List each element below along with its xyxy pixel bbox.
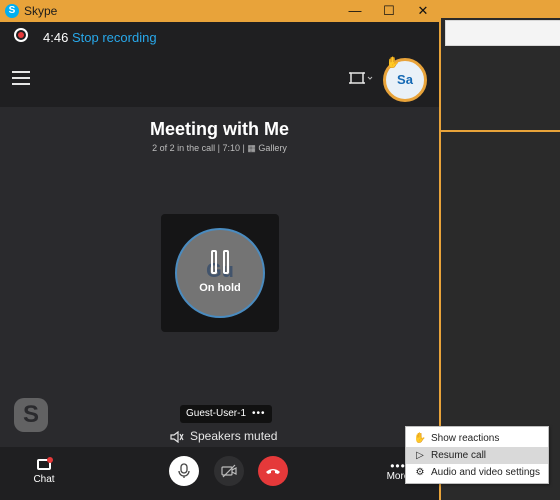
maximize-button[interactable]: ☐ [375,2,403,20]
chat-button[interactable]: Chat [26,457,62,485]
gear-icon: ⚙ [415,467,425,478]
recording-time: 4:46 [43,30,69,45]
speakers-muted-text: Speakers muted [190,429,278,443]
chat-icon [37,457,53,470]
background-panel [445,20,560,46]
play-icon: ▷ [416,450,424,461]
raised-hand-icon: ✋ [386,57,400,69]
menu-item-label: Audio and video settings [431,467,540,478]
recording-bar: 4:46 Stop recording [0,22,439,52]
menu-item-label: Resume call [431,450,487,461]
speakers-muted-status: Speakers muted [170,429,277,443]
participant-avatar: Gu On hold [175,228,265,318]
recording-icon [14,28,28,42]
meeting-subtitle: 2 of 2 in the call | 7:10 | ▦ Gallery [0,143,439,154]
background-window [441,0,560,500]
video-off-icon [221,464,237,478]
more-options-menu: ✋ Show reactions ▷ Resume call ⚙ Audio a… [405,426,549,484]
minimize-button[interactable]: — [341,2,369,20]
hand-wave-icon: ✋ [413,433,427,444]
close-button[interactable]: ✕ [409,2,437,20]
microphone-button[interactable] [169,456,199,486]
speaker-muted-icon [170,430,184,443]
menu-item-audio-video-settings[interactable]: ⚙ Audio and video settings [406,464,548,481]
on-hold-label: On hold [199,282,241,294]
participant-name-label[interactable]: Guest-User-1 ••• [180,405,272,423]
skype-logo-icon: S [5,4,19,18]
meeting-title: Meeting with Me [150,119,289,139]
stop-recording-link[interactable]: Stop recording [72,30,157,45]
menu-item-label: Show reactions [431,433,500,444]
background-divider [441,130,560,132]
titlebar: S Skype — ☐ ✕ [0,0,439,22]
layout-switch-icon[interactable] [349,70,373,86]
chat-label: Chat [33,474,55,485]
video-toggle-button[interactable] [214,456,244,486]
participant-name: Guest-User-1 [186,408,247,419]
call-stage: Meeting with Me 2 of 2 in the call | 7:1… [0,107,439,447]
background-titlebar [441,0,560,18]
skype-watermark-icon: S [14,398,48,432]
menu-item-resume-call[interactable]: ▷ Resume call [406,447,548,464]
hamburger-menu-icon[interactable] [12,71,30,85]
end-call-button[interactable] [258,456,288,486]
skype-window: S Skype — ☐ ✕ 4:46 Stop recording Sa ✋ M… [0,0,441,500]
hang-up-icon [266,468,280,474]
call-info: 2 of 2 in the call | 7:10 | [152,143,248,153]
window-title: Skype [24,4,58,18]
call-controls-bar: Chat ••• More [0,447,439,500]
participant-tile[interactable]: Gu On hold [161,214,279,332]
gallery-icon[interactable]: ▦ [247,143,258,153]
menu-item-show-reactions[interactable]: ✋ Show reactions [406,430,548,447]
call-topbar: Sa ✋ [0,52,439,107]
gallery-view-label[interactable]: Gallery [258,143,287,153]
participant-options-icon[interactable]: ••• [252,408,266,419]
microphone-icon [178,463,190,478]
pause-icon [211,250,231,274]
